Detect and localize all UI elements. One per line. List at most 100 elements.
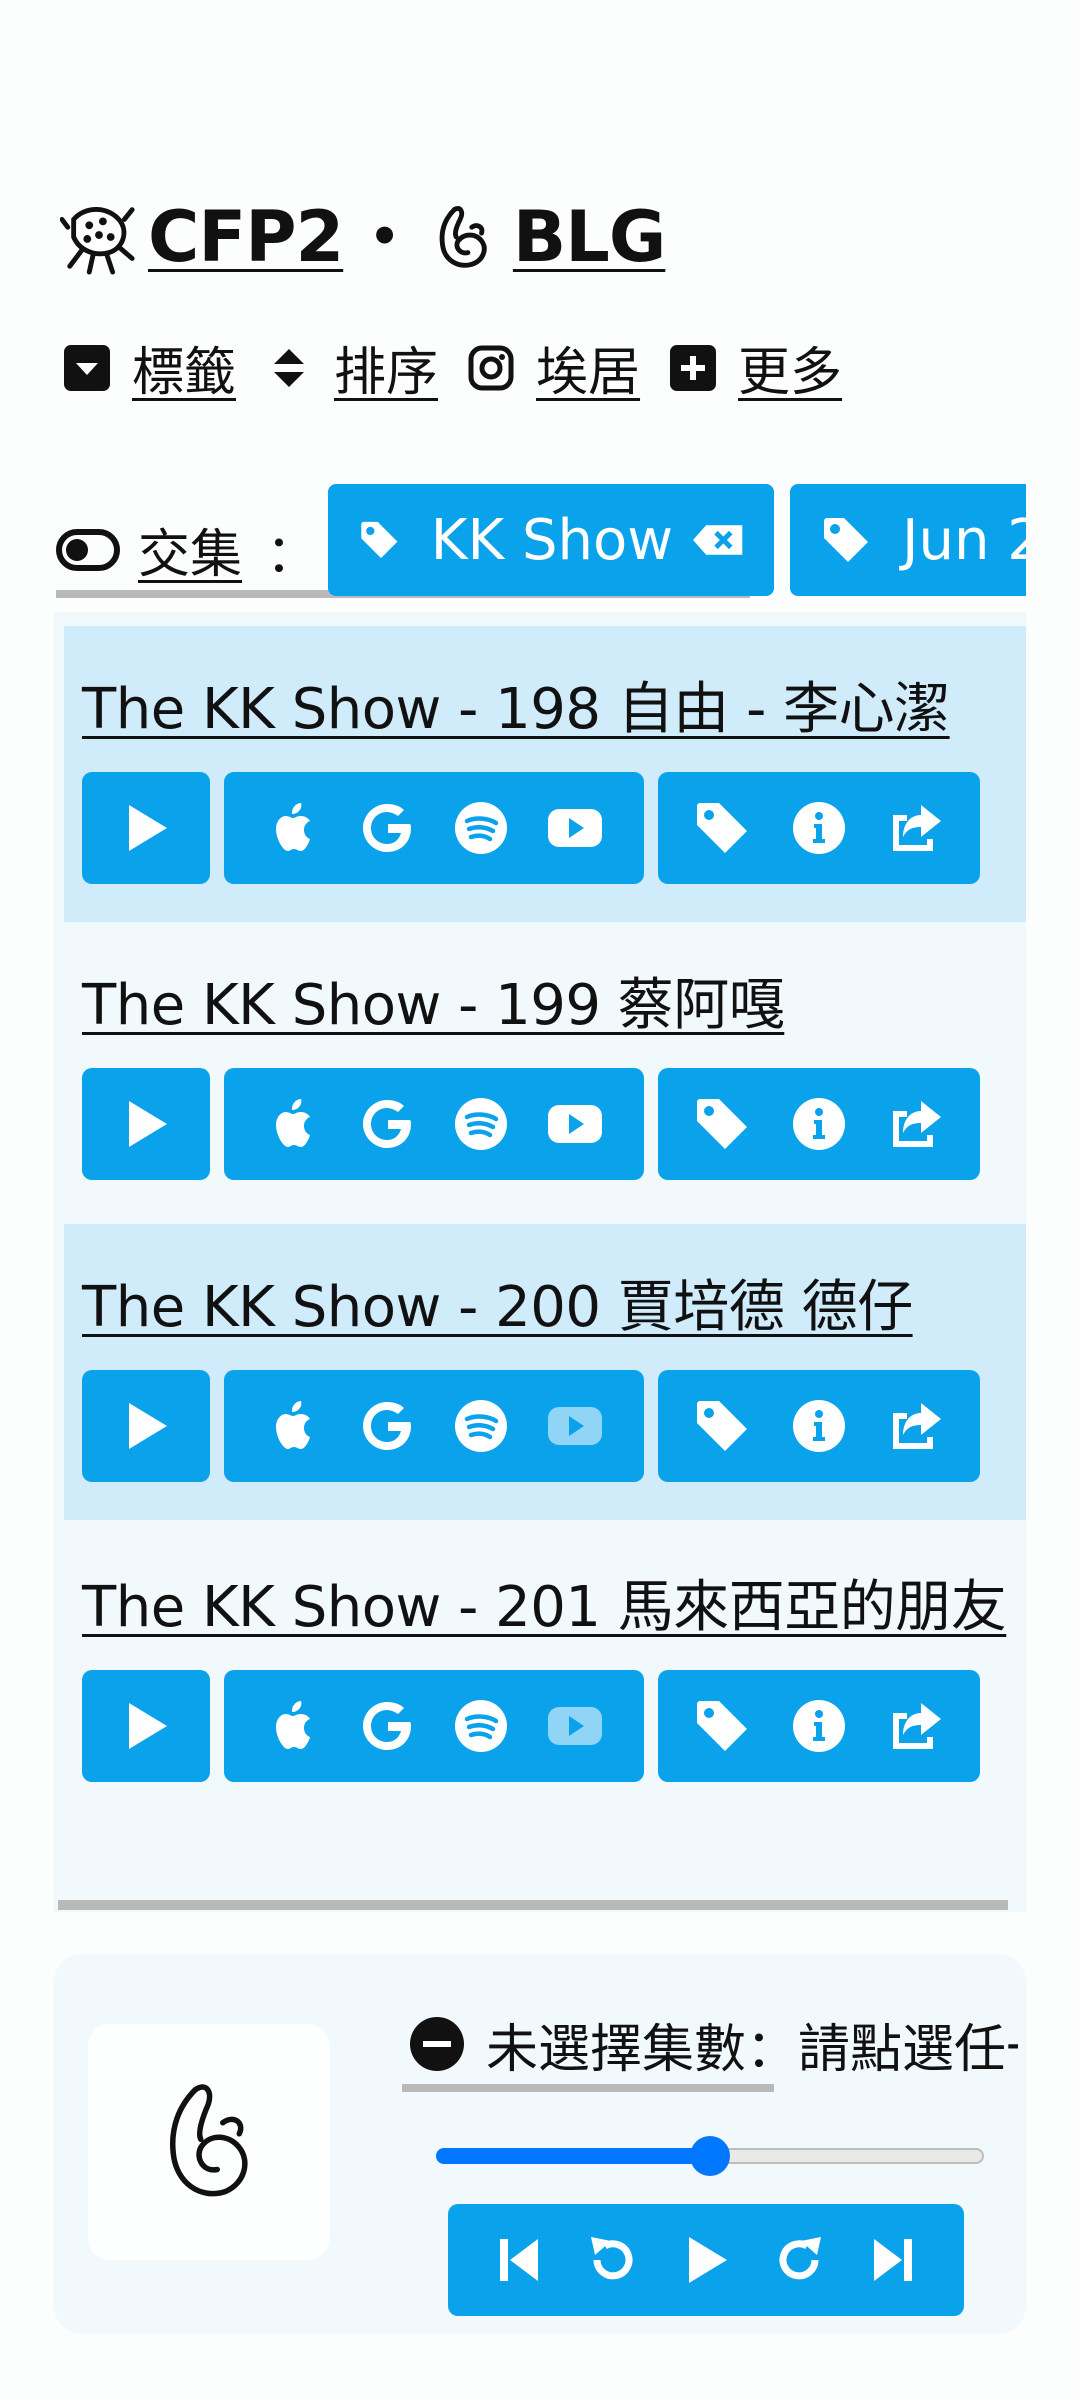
plus-square-icon (670, 344, 717, 391)
menu-instagram[interactable]: 埃居 (466, 330, 640, 405)
play-button[interactable] (82, 772, 210, 884)
tool-buttons (658, 1068, 980, 1180)
list-item: The KK Show - 201 馬來西亞的朋友 (64, 1524, 1026, 1820)
google-icon[interactable] (358, 1397, 416, 1455)
info-icon[interactable] (790, 1397, 848, 1455)
episode-list[interactable]: The KK Show - 198 自由 - 李心潔 The KK Show -… (54, 612, 1026, 1912)
apple-podcasts-icon[interactable] (264, 1397, 322, 1455)
platform-buttons (224, 1068, 644, 1180)
progress-slider[interactable] (436, 2136, 984, 2176)
rewind-icon[interactable] (585, 2233, 639, 2287)
slider-thumb[interactable] (690, 2136, 730, 2176)
google-icon[interactable] (358, 1697, 416, 1755)
menu-more[interactable]: 更多 (668, 330, 842, 405)
squid-icon (59, 198, 138, 276)
episode-title[interactable]: The KK Show - 200 賈培德 德仔 (82, 1262, 913, 1343)
spotify-icon[interactable] (452, 1697, 510, 1755)
platform-buttons (224, 1670, 644, 1782)
list-scrollbar[interactable] (58, 1900, 1008, 1910)
menu-tags-label[interactable]: 標籤 (132, 330, 236, 405)
tag-icon[interactable] (693, 1697, 751, 1755)
toggle-icon (56, 528, 120, 571)
menu-tags[interactable]: 標籤 (62, 330, 236, 405)
tag-icon[interactable] (693, 799, 751, 857)
episode-title[interactable]: The KK Show - 201 馬來西亞的朋友 (82, 1562, 1007, 1643)
now-playing: 未選擇集數：請點選任一集 (408, 2004, 1018, 2084)
tag-icon[interactable] (693, 1397, 751, 1455)
share-icon[interactable] (887, 1397, 945, 1455)
ok-hand-icon (169, 2084, 248, 2197)
skip-previous-icon[interactable] (492, 2233, 546, 2287)
share-icon[interactable] (887, 1697, 945, 1755)
info-icon[interactable] (790, 1697, 848, 1755)
tag-chip-label: Jun 2 (902, 507, 1026, 573)
play-icon (129, 1101, 167, 1147)
share-icon[interactable] (887, 1095, 945, 1153)
google-icon[interactable] (358, 1095, 416, 1153)
filter-mode-label[interactable]: 交集 (138, 512, 242, 587)
page-title: CFP2 • BLG (59, 196, 666, 278)
tag-icon[interactable] (693, 1095, 751, 1153)
minus-circle-icon (410, 2017, 464, 2071)
backspace-icon[interactable] (693, 520, 744, 560)
now-playing-scrollbar[interactable] (402, 2084, 774, 2092)
share-icon[interactable] (887, 799, 945, 857)
spotify-icon[interactable] (452, 1095, 510, 1153)
now-playing-text: 未選擇集數：請點選任一集 (486, 2019, 1018, 2080)
apple-podcasts-icon[interactable] (264, 1095, 322, 1153)
tag-chip[interactable]: Jun 2 (790, 484, 1026, 596)
filter-colon: ： (266, 525, 319, 585)
spotify-icon[interactable] (452, 1397, 510, 1455)
list-item: The KK Show - 199 蔡阿嘎 (64, 922, 1026, 1218)
menu-sort-label[interactable]: 排序 (334, 330, 438, 405)
slider-fill (436, 2148, 710, 2164)
tag-chip[interactable]: KK Show (328, 484, 774, 596)
play-button[interactable] (82, 1370, 210, 1482)
forward-icon[interactable] (773, 2233, 827, 2287)
play-icon (129, 1703, 167, 1749)
play-icon (129, 805, 167, 851)
episode-title[interactable]: The KK Show - 198 自由 - 李心潔 (82, 664, 950, 745)
youtube-icon[interactable] (546, 799, 604, 857)
tool-buttons (658, 772, 980, 884)
tag-chip-label: KK Show (430, 507, 674, 573)
title-separator: • (369, 209, 400, 265)
list-item: The KK Show - 198 自由 - 李心潔 (64, 626, 1026, 922)
play-button[interactable] (82, 1670, 210, 1782)
youtube-icon[interactable] (546, 1095, 604, 1153)
podcast-title-link[interactable]: BLG (513, 196, 666, 278)
ok-hand-icon (425, 198, 503, 276)
audio-player: 未選擇集數：請點選任一集 (54, 1954, 1026, 2334)
caret-square-down-icon (64, 344, 110, 391)
platform-buttons (224, 772, 644, 884)
info-icon[interactable] (790, 799, 848, 857)
play-icon[interactable] (679, 2233, 733, 2287)
spotify-icon[interactable] (452, 799, 510, 857)
site-title-link[interactable]: CFP2 (148, 196, 344, 278)
filter-mode[interactable]: 交集 ： (56, 512, 318, 587)
filter-bar: 交集 ： KK Show Jun 2 (56, 484, 1026, 600)
player-controls (448, 2204, 964, 2316)
episode-title[interactable]: The KK Show - 199 蔡阿嘎 (82, 960, 785, 1041)
play-button[interactable] (82, 1068, 210, 1180)
podcast-artwork (88, 2024, 330, 2260)
play-icon (129, 1403, 167, 1449)
list-item: The KK Show - 200 賈培德 德仔 (64, 1224, 1026, 1520)
tag-icon (361, 521, 398, 559)
youtube-icon (548, 1707, 602, 1745)
menu-sort[interactable]: 排序 (264, 330, 438, 405)
instagram-icon (468, 345, 514, 390)
skip-next-icon[interactable] (866, 2233, 920, 2287)
menu-more-label[interactable]: 更多 (738, 330, 842, 405)
tool-buttons (658, 1670, 980, 1782)
tag-icon (824, 518, 868, 562)
menu-bar: 標籤 排序 埃居 更多 (62, 330, 870, 405)
info-icon[interactable] (790, 1095, 848, 1153)
google-icon[interactable] (358, 799, 416, 857)
apple-podcasts-icon[interactable] (264, 1697, 322, 1755)
youtube-icon (548, 1407, 602, 1445)
tool-buttons (658, 1370, 980, 1482)
apple-podcasts-icon[interactable] (264, 799, 322, 857)
menu-instagram-label[interactable]: 埃居 (536, 330, 640, 405)
sort-icon (274, 348, 305, 387)
